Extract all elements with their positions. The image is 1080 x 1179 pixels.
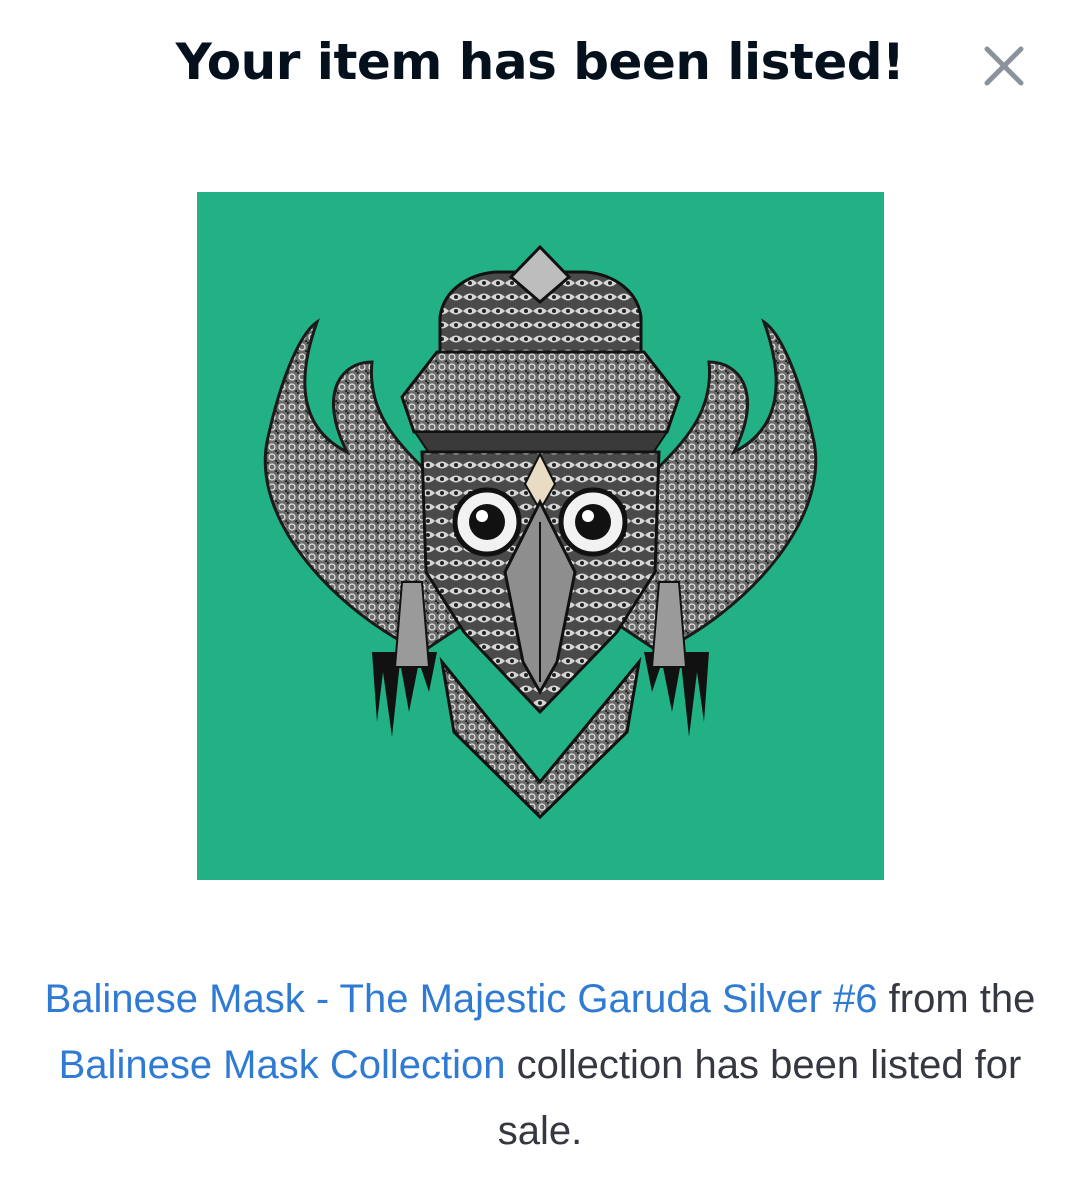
close-icon — [984, 46, 1024, 86]
garuda-mask-illustration — [263, 244, 818, 820]
listing-caption: Balinese Mask - The Majestic Garuda Silv… — [40, 966, 1040, 1164]
modal-title: Your item has been listed! — [175, 33, 905, 91]
nft-artwork-image — [197, 192, 884, 880]
caption-text-listed: collection has been listed for sale. — [497, 1043, 1022, 1153]
close-button[interactable] — [982, 44, 1026, 88]
listing-success-modal: Your item has been listed! Balinese Mask… — [0, 0, 1080, 1179]
caption-text-from: from the — [877, 977, 1036, 1021]
collection-link[interactable]: Balinese Mask Collection — [59, 1043, 506, 1087]
item-link[interactable]: Balinese Mask - The Majestic Garuda Silv… — [45, 977, 878, 1021]
